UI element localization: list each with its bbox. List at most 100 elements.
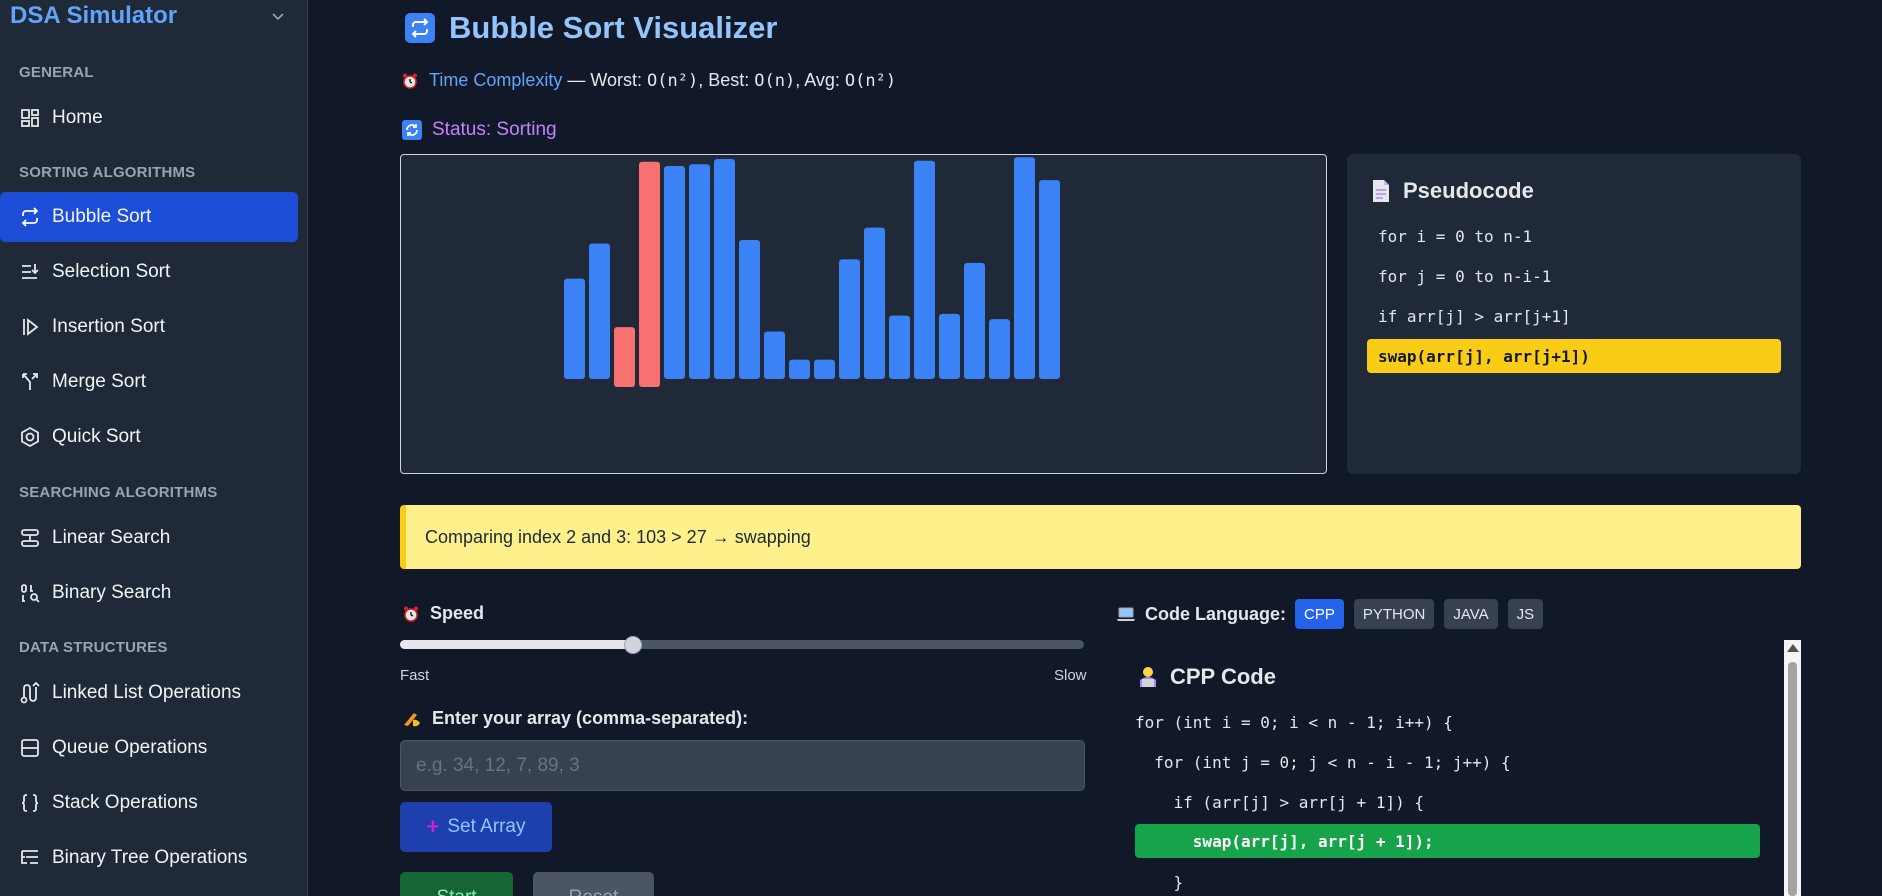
lang-js-button[interactable]: JS	[1507, 599, 1544, 629]
alarm-clock-icon	[403, 73, 417, 89]
array-input[interactable]	[400, 740, 1085, 791]
best-label: , Best:	[698, 70, 755, 90]
array-bar	[689, 164, 710, 379]
pseudocode-panel: Pseudocode for i = 0 to n-1 for j = 0 to…	[1347, 154, 1801, 474]
speed-slow-label: Slow	[1054, 667, 1087, 684]
sidebar-item-label: Merge Sort	[52, 371, 146, 392]
scroll-thumb[interactable]	[1788, 662, 1797, 896]
repeat-icon	[405, 13, 435, 43]
array-input-label: Enter your array (comma-separated):	[402, 708, 748, 729]
worst-label: Worst:	[590, 70, 648, 90]
sidebar-item-label: Insertion Sort	[52, 316, 165, 337]
array-bar	[764, 331, 785, 379]
sidebar-item-binary-search[interactable]: Binary Search	[0, 568, 298, 618]
avg-value: O(n²)	[844, 70, 897, 91]
sidebar-item-bubble-sort[interactable]: Bubble Sort	[0, 192, 298, 242]
section-searching: SEARCHING ALGORITHMS	[19, 484, 218, 501]
code-language-label: Code Language:	[1145, 603, 1287, 624]
array-bar	[589, 243, 610, 379]
sidebar-item-label: Queue Operations	[52, 737, 208, 758]
tree-icon	[21, 850, 38, 864]
sidebar-item-quick-sort[interactable]: Quick Sort	[0, 412, 298, 462]
sidebar-item-label: Linear Search	[52, 527, 171, 548]
time-complexity: Time Complexity — Worst: O(n²) , Best: O(…	[401, 70, 896, 91]
sidebar-item-label: Linked List Operations	[52, 682, 242, 703]
complexity-label: Time Complexity	[429, 70, 563, 90]
code-line: if (arr[j] > arr[j + 1]) {	[1135, 792, 1424, 812]
rows-icon	[21, 529, 39, 547]
code-language-selector: Code Language: CPP PYTHON JAVA JS	[1116, 599, 1544, 629]
refresh-icon	[402, 120, 422, 140]
reset-button[interactable]: Reset	[533, 872, 654, 896]
document-icon	[1373, 180, 1389, 202]
array-bar	[1014, 157, 1035, 379]
complexity-dash: —	[562, 70, 591, 90]
speed-slider[interactable]	[400, 636, 1084, 654]
array-bar	[1039, 180, 1060, 379]
array-bar	[739, 239, 760, 379]
start-label: Start	[436, 887, 476, 896]
array-bar	[789, 359, 810, 379]
sidebar-item-linked-list[interactable]: Linked List Operations	[0, 668, 298, 718]
sidebar-item-label: Selection Sort	[52, 261, 171, 282]
sidebar-item-binary-tree[interactable]: Binary Tree Operations	[0, 833, 298, 883]
sidebar-item-selection-sort[interactable]: Selection Sort	[0, 247, 298, 297]
linked-list-icon	[20, 682, 40, 704]
step-message-text: Comparing index 2 and 3: 103 > 27 → swap…	[425, 526, 811, 547]
sidebar-item-linear-search[interactable]: Linear Search	[0, 513, 298, 563]
array-bar	[839, 259, 860, 379]
code-line: }	[1135, 872, 1184, 892]
array-bar	[889, 315, 910, 379]
best-value: O(n)	[754, 70, 796, 91]
code-title-text: CPP Code	[1170, 664, 1276, 689]
code-panel: CPP Code for (int i = 0; i < n - 1; i++)…	[1116, 640, 1801, 896]
status-text: Status: Sorting	[432, 119, 557, 140]
sidebar-item-stack[interactable]: Stack Operations	[0, 778, 298, 828]
lang-python-button[interactable]: PYTHON	[1353, 599, 1435, 629]
lang-cpp-button[interactable]: CPP	[1295, 599, 1344, 629]
binary-search-icon	[21, 584, 40, 603]
array-input-label-text: Enter your array (comma-separated):	[432, 708, 749, 728]
chevron-down-icon[interactable]	[268, 6, 288, 26]
sidebar-item-merge-sort[interactable]: Merge Sort	[0, 357, 298, 407]
section-sorting: SORTING ALGORITHMS	[19, 164, 196, 181]
array-bar	[714, 159, 735, 379]
array-bar	[914, 160, 935, 379]
plus-icon: +	[426, 814, 440, 839]
speed-label-text: Speed	[430, 603, 485, 623]
array-bar	[964, 262, 985, 379]
slider-thumb[interactable]	[623, 636, 642, 654]
brand-title: DSA Simulator	[10, 2, 178, 29]
code-scrollbar[interactable]	[1784, 640, 1801, 896]
array-bar	[564, 278, 585, 379]
hexagon-icon	[21, 426, 39, 448]
status: Status: Sorting	[402, 119, 557, 141]
sidebar-item-home[interactable]: Home	[0, 93, 298, 143]
code-line: for (int j = 0; j < n - i - 1; j++) {	[1135, 752, 1511, 772]
list-sort-icon	[22, 264, 39, 279]
brand[interactable]: DSA Simulator	[10, 0, 177, 32]
speed-fast-label: Fast	[400, 667, 430, 684]
sidebar-item-queue[interactable]: Queue Operations	[0, 723, 298, 773]
array-bar	[939, 313, 960, 379]
scroll-up-arrow[interactable]	[1787, 644, 1799, 652]
queue-icon	[21, 739, 39, 757]
array-bar	[664, 166, 685, 379]
sidebar: DSA Simulator GENERAL Home SORTING ALGOR…	[0, 0, 308, 896]
reset-label: Reset	[569, 887, 619, 896]
bar-visualization	[400, 154, 1327, 474]
page-title-text: Bubble Sort Visualizer	[449, 10, 778, 45]
pseudocode-line-active: swap(arr[j], arr[j+1])	[1367, 339, 1781, 373]
sidebar-item-label: Home	[52, 107, 103, 128]
start-button[interactable]: Start	[400, 872, 513, 896]
set-array-button[interactable]: + Set Array	[400, 802, 552, 852]
pseudocode-title: Pseudocode	[1371, 178, 1534, 204]
lang-java-button[interactable]: JAVA	[1444, 599, 1498, 629]
pseudocode-line: for j = 0 to n-i-1	[1378, 266, 1552, 286]
section-general: GENERAL	[19, 64, 94, 81]
step-message: Comparing index 2 and 3: 103 > 27 → swap…	[400, 505, 1801, 569]
braces-icon	[21, 794, 39, 812]
sidebar-item-insertion-sort[interactable]: Insertion Sort	[0, 302, 298, 352]
code-line-active: swap(arr[j], arr[j + 1]);	[1135, 824, 1760, 858]
bars	[564, 157, 1060, 387]
